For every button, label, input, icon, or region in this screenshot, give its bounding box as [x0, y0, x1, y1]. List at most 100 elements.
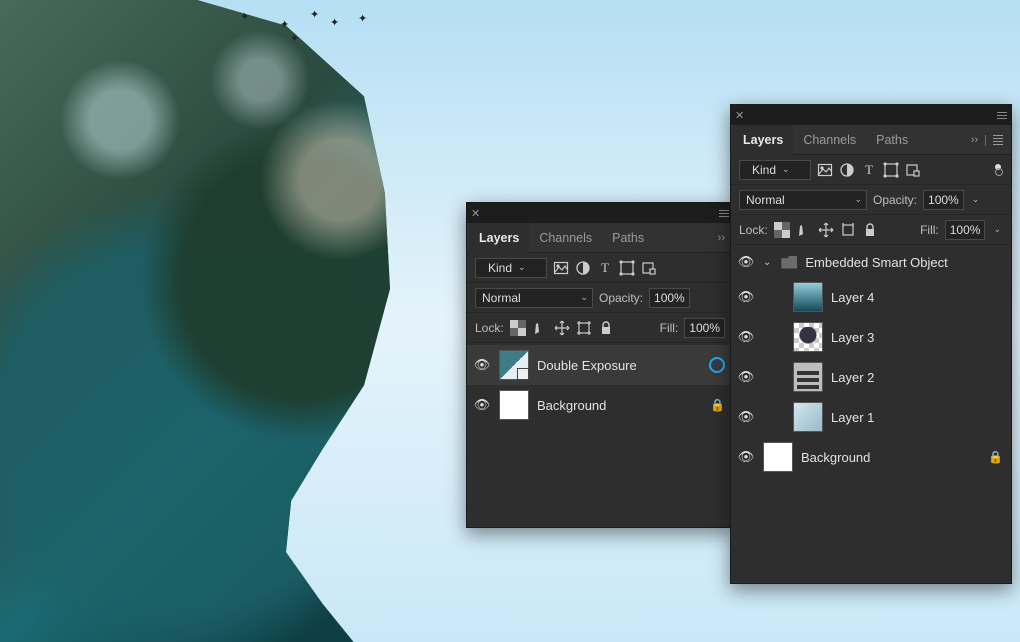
lock-transparency-icon[interactable]	[774, 222, 790, 238]
lock-image-icon[interactable]	[532, 320, 548, 336]
layer-name[interactable]: Background	[801, 450, 980, 465]
panel-header[interactable]: ✕	[467, 203, 733, 223]
layer-row[interactable]: 👁 Double Exposure	[467, 345, 733, 385]
filter-pixel-icon[interactable]	[817, 162, 833, 178]
filter-shape-icon[interactable]	[619, 260, 635, 276]
layer-name[interactable]: Layer 1	[831, 410, 1003, 425]
lock-all-icon[interactable]	[862, 222, 878, 238]
filter-shape-icon[interactable]	[883, 162, 899, 178]
visibility-eye-icon[interactable]: 👁	[473, 357, 491, 373]
fill-value[interactable]: 100%	[945, 220, 986, 240]
tab-channels[interactable]: Channels	[793, 125, 866, 155]
close-icon[interactable]: ✕	[471, 207, 480, 220]
panel-menu-icon[interactable]	[993, 133, 1003, 147]
lock-icon[interactable]: 🔒	[710, 398, 725, 412]
layer-group-row[interactable]: 👁 ⌄ Embedded Smart Object	[731, 247, 1011, 277]
visibility-eye-icon[interactable]: 👁	[737, 409, 755, 425]
lock-position-icon[interactable]	[554, 320, 570, 336]
chevron-down-icon[interactable]: ⌄	[763, 257, 771, 268]
tab-channels[interactable]: Channels	[529, 223, 602, 253]
close-icon[interactable]: ✕	[735, 109, 744, 122]
lock-artboard-icon[interactable]	[840, 222, 856, 238]
layer-row[interactable]: 👁 Layer 4	[731, 277, 1011, 317]
layer-row[interactable]: 👁 Background 🔒	[731, 437, 1011, 477]
blend-mode-select[interactable]: Normal ⌄	[739, 190, 867, 210]
filter-toggle[interactable]	[993, 164, 1003, 176]
filter-kind-select[interactable]: Kind ⌄	[739, 160, 811, 180]
tab-paths[interactable]: Paths	[866, 125, 918, 155]
chevrons-right-icon: ››	[971, 134, 978, 146]
layer-thumbnail[interactable]	[793, 322, 823, 352]
blend-mode-select[interactable]: Normal ⌄	[475, 288, 593, 308]
opacity-value[interactable]: 100%	[649, 288, 690, 308]
opacity-label[interactable]: Opacity:	[599, 291, 643, 305]
panel-expand[interactable]: ››	[712, 232, 731, 244]
fill-label[interactable]: Fill:	[660, 321, 679, 335]
bird-icon: ✦	[280, 18, 289, 31]
layer-thumbnail[interactable]	[793, 282, 823, 312]
panel-menu-icon[interactable]	[719, 208, 729, 219]
filter-smartobject-icon[interactable]	[641, 260, 657, 276]
dropdown-caret-icon[interactable]: ⌄	[993, 224, 1001, 235]
visibility-eye-icon[interactable]: 👁	[737, 329, 755, 345]
visibility-eye-icon[interactable]: 👁	[737, 254, 755, 270]
opacity-label[interactable]: Opacity:	[873, 193, 917, 207]
svg-text:T: T	[865, 162, 873, 177]
chevrons-right-icon: ››	[718, 232, 725, 244]
tab-layers[interactable]: Layers	[469, 223, 529, 253]
layer-name[interactable]: Layer 3	[831, 330, 1003, 345]
layers-list: 👁 Double Exposure 👁 Background 🔒	[467, 343, 733, 433]
lock-row: Lock: Fill: 100%	[467, 313, 733, 343]
tab-paths[interactable]: Paths	[602, 223, 654, 253]
bird-icon: ✦	[240, 10, 249, 23]
layer-name[interactable]: Layer 4	[831, 290, 1003, 305]
opacity-value[interactable]: 100%	[923, 190, 964, 210]
panel-menu-icon[interactable]	[997, 110, 1007, 121]
visibility-eye-icon[interactable]: 👁	[737, 289, 755, 305]
dropdown-caret-icon: ⌄	[782, 164, 790, 175]
fill-value[interactable]: 100%	[684, 318, 725, 338]
filter-adjustment-icon[interactable]	[575, 260, 591, 276]
filter-pixel-icon[interactable]	[553, 260, 569, 276]
layer-row[interactable]: 👁 Layer 1	[731, 397, 1011, 437]
layer-row[interactable]: 👁 Layer 3	[731, 317, 1011, 357]
filter-row: Kind ⌄ T	[467, 253, 733, 283]
lock-label: Lock:	[475, 321, 504, 335]
layer-thumbnail[interactable]	[793, 402, 823, 432]
lock-all-icon[interactable]	[598, 320, 614, 336]
layer-name[interactable]: Double Exposure	[537, 358, 701, 373]
filter-kind-label: Kind	[752, 163, 776, 177]
filter-type-icon[interactable]: T	[597, 260, 613, 276]
lock-artboard-icon[interactable]	[576, 320, 592, 336]
layer-thumbnail[interactable]	[793, 362, 823, 392]
layer-thumbnail[interactable]	[763, 442, 793, 472]
layer-thumbnail[interactable]	[499, 350, 529, 380]
layer-row[interactable]: 👁 Layer 2	[731, 357, 1011, 397]
tab-layers[interactable]: Layers	[733, 125, 793, 155]
group-name[interactable]: Embedded Smart Object	[805, 255, 1003, 270]
fill-label[interactable]: Fill:	[920, 223, 939, 237]
visibility-eye-icon[interactable]: 👁	[737, 449, 755, 465]
panel-expand[interactable]: ›› |	[965, 133, 1009, 147]
lock-icon[interactable]: 🔒	[988, 450, 1003, 464]
visibility-eye-icon[interactable]: 👁	[737, 369, 755, 385]
layer-row[interactable]: 👁 Background 🔒	[467, 385, 733, 425]
layer-name[interactable]: Layer 2	[831, 370, 1003, 385]
layer-name[interactable]: Background	[537, 398, 702, 413]
layer-thumbnail[interactable]	[499, 390, 529, 420]
layers-panel-1: ✕ Layers Channels Paths ›› Kind ⌄ T	[466, 202, 734, 528]
bird-icon: ✦	[310, 8, 319, 21]
lock-image-icon[interactable]	[796, 222, 812, 238]
filter-smartobject-icon[interactable]	[905, 162, 921, 178]
dropdown-caret-icon[interactable]: ⌄	[972, 194, 980, 205]
sync-status-icon[interactable]	[709, 357, 725, 373]
bird-icon: ✦	[330, 16, 339, 29]
lock-position-icon[interactable]	[818, 222, 834, 238]
lock-transparency-icon[interactable]	[510, 320, 526, 336]
panel-header[interactable]: ✕	[731, 105, 1011, 125]
dropdown-caret-icon: ⌄	[854, 194, 862, 205]
visibility-eye-icon[interactable]: 👁	[473, 397, 491, 413]
filter-kind-select[interactable]: Kind ⌄	[475, 258, 547, 278]
filter-type-icon[interactable]: T	[861, 162, 877, 178]
filter-adjustment-icon[interactable]	[839, 162, 855, 178]
